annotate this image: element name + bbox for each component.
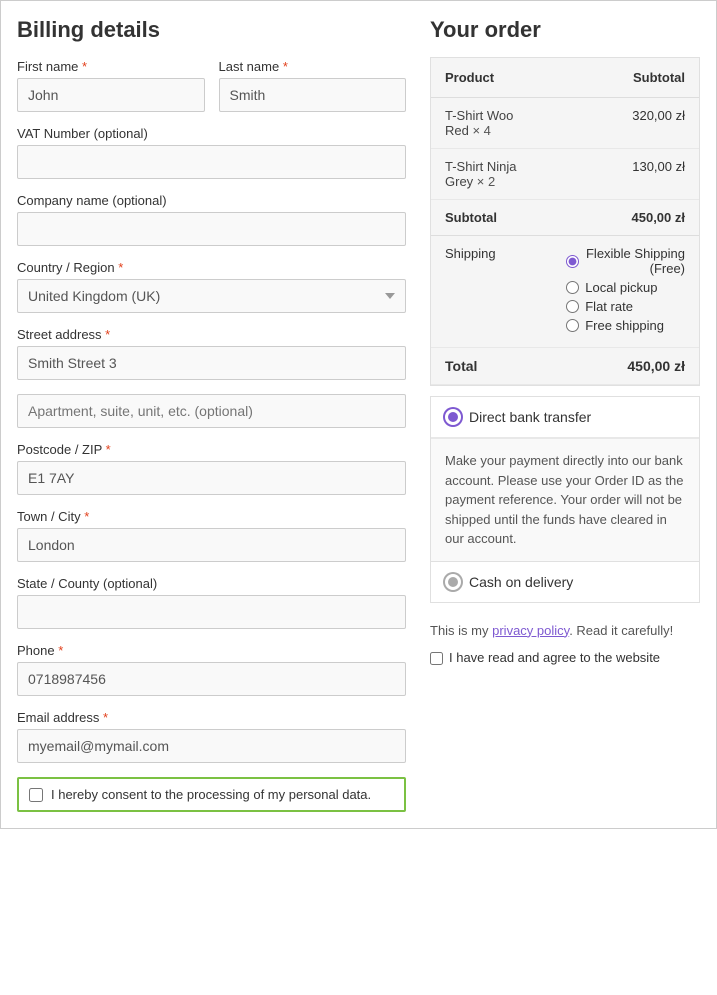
company-label: Company name (optional) (17, 193, 406, 208)
col-product: Product (431, 58, 552, 98)
payment-label: Cash on delivery (469, 574, 573, 590)
first-name-input[interactable] (17, 78, 205, 112)
required-marker: * (82, 59, 87, 74)
required-marker: * (84, 509, 89, 524)
policy-text-after: . Read it carefully! (569, 623, 673, 638)
city-label: Town / City * (17, 509, 406, 524)
phone-input[interactable] (17, 662, 406, 696)
agree-container: I have read and agree to the website (430, 650, 700, 669)
payment-radio (445, 409, 461, 425)
payment-option-row[interactable]: Direct bank transfer (431, 397, 699, 438)
payment-option-cash_on_delivery[interactable]: Cash on delivery (431, 562, 699, 602)
apartment-input[interactable] (17, 394, 406, 428)
country-select[interactable]: United Kingdom (UK) (17, 279, 406, 313)
shipping-label: Shipping (431, 236, 552, 348)
email-label: Email address * (17, 710, 406, 725)
country-label: Country / Region * (17, 260, 406, 275)
subtotal-value: 450,00 zł (552, 200, 699, 236)
subtotal-row: Subtotal 450,00 zł (431, 200, 699, 236)
shipping-option[interactable]: Flat rate (566, 299, 685, 314)
required-marker: * (58, 643, 63, 658)
email-input[interactable] (17, 729, 406, 763)
table-row: T-Shirt Ninja Grey × 2 130,00 zł (431, 149, 699, 200)
col-subtotal: Subtotal (552, 58, 699, 98)
postcode-label: Postcode / ZIP * (17, 442, 406, 457)
first-name-label: First name * (17, 59, 205, 74)
phone-label: Phone * (17, 643, 406, 658)
policy-text-before: This is my (430, 623, 492, 638)
shipping-radio[interactable] (566, 300, 579, 313)
billing-title: Billing details (17, 17, 406, 43)
last-name-input[interactable] (219, 78, 407, 112)
shipping-option[interactable]: Local pickup (566, 280, 685, 295)
company-input[interactable] (17, 212, 406, 246)
state-label: State / County (optional) (17, 576, 406, 591)
payment-option-row[interactable]: Cash on delivery (431, 562, 699, 602)
required-marker: * (106, 442, 111, 457)
shipping-options: Flexible Shipping (Free) Local pickup Fl… (566, 246, 685, 333)
street-label: Street address * (17, 327, 406, 342)
agree-checkbox[interactable] (430, 652, 443, 665)
product-name: T-Shirt Ninja Grey × 2 (431, 149, 552, 200)
product-subtotal: 130,00 zł (552, 149, 699, 200)
payment-section: Direct bank transfer Make your payment di… (430, 396, 700, 603)
product-name: T-Shirt Woo Red × 4 (431, 98, 552, 149)
required-marker: * (105, 327, 110, 342)
privacy-policy-link[interactable]: privacy policy (492, 623, 569, 638)
total-label: Total (431, 348, 552, 385)
last-name-label: Last name * (219, 59, 407, 74)
required-marker: * (283, 59, 288, 74)
vat-label: VAT Number (optional) (17, 126, 406, 141)
total-row: Total 450,00 zł (431, 348, 699, 385)
payment-description: Make your payment directly into our bank… (431, 438, 699, 562)
product-subtotal: 320,00 zł (552, 98, 699, 149)
payment-radio (445, 574, 461, 590)
shipping-radio[interactable] (566, 319, 579, 332)
shipping-option[interactable]: Flexible Shipping (Free) (566, 246, 685, 276)
total-value: 450,00 zł (552, 348, 699, 385)
street-input[interactable] (17, 346, 406, 380)
postcode-input[interactable] (17, 461, 406, 495)
policy-section: This is my privacy policy. Read it caref… (430, 611, 700, 642)
subtotal-label: Subtotal (431, 200, 552, 236)
consent-label: I hereby consent to the processing of my… (51, 787, 371, 802)
order-table: Product Subtotal T-Shirt Woo Red × 4 320… (431, 58, 699, 385)
shipping-option-label: Flat rate (585, 299, 633, 314)
city-input[interactable] (17, 528, 406, 562)
agree-label: I have read and agree to the website (449, 650, 660, 665)
payment-option-bank_transfer[interactable]: Direct bank transfer Make your payment di… (431, 397, 699, 562)
shipping-option-label: Free shipping (585, 318, 664, 333)
consent-checkbox[interactable] (29, 788, 43, 802)
shipping-option-label: Flexible Shipping (Free) (585, 246, 685, 276)
consent-container: I hereby consent to the processing of my… (17, 777, 406, 812)
shipping-radio[interactable] (566, 281, 579, 294)
payment-label: Direct bank transfer (469, 409, 591, 425)
shipping-option-label: Local pickup (585, 280, 657, 295)
vat-input[interactable] (17, 145, 406, 179)
shipping-row: Shipping Flexible Shipping (Free) Local … (431, 236, 699, 348)
required-marker: * (118, 260, 123, 275)
required-marker: * (103, 710, 108, 725)
shipping-option[interactable]: Free shipping (566, 318, 685, 333)
shipping-radio[interactable] (566, 255, 579, 268)
order-title: Your order (430, 17, 700, 57)
table-row: T-Shirt Woo Red × 4 320,00 zł (431, 98, 699, 149)
state-input[interactable] (17, 595, 406, 629)
